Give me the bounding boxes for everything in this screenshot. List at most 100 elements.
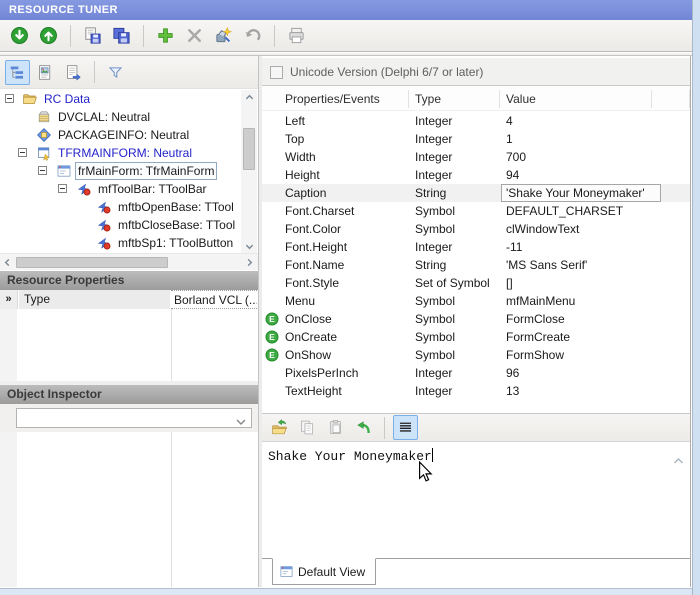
- property-value[interactable]: mfMainMenu: [506, 292, 575, 310]
- event-icon: E: [265, 330, 279, 344]
- print-button[interactable]: [284, 23, 309, 48]
- property-value[interactable]: 700: [506, 148, 526, 166]
- property-value[interactable]: 13: [506, 382, 519, 400]
- add-resource-icon: [156, 26, 175, 45]
- property-name: Height: [285, 166, 320, 184]
- expander-minus-icon[interactable]: [38, 166, 47, 175]
- wrap-lines-button[interactable]: [393, 415, 418, 440]
- tree-item-mftbopenbase[interactable]: mftbOpenBase: TTool: [0, 198, 240, 216]
- preview-button[interactable]: [33, 60, 58, 85]
- property-row-textheight[interactable]: TextHeightInteger13: [262, 382, 690, 400]
- property-row-top[interactable]: TopInteger1: [262, 130, 690, 148]
- property-name: OnCreate: [285, 328, 337, 346]
- undo-button[interactable]: [240, 23, 265, 48]
- tree-view-button[interactable]: [5, 60, 30, 85]
- column-properties-events[interactable]: Properties/Events: [262, 90, 409, 108]
- export-button[interactable]: [61, 60, 86, 85]
- tree-item-mftoolbar[interactable]: mfToolBar: TToolBar: [0, 180, 240, 198]
- object-selector-combobox[interactable]: [16, 408, 252, 428]
- property-value-editbox[interactable]: 'Shake Your Moneymaker': [501, 184, 661, 202]
- chevron-down-icon[interactable]: [235, 415, 247, 423]
- edit-resource-button[interactable]: [211, 23, 236, 48]
- property-value[interactable]: DEFAULT_CHARSET: [506, 202, 623, 220]
- property-value[interactable]: clWindowText: [506, 220, 579, 238]
- scroll-left-arrow-icon[interactable]: [0, 255, 14, 270]
- revert-button[interactable]: [351, 415, 376, 440]
- tab-label: Default View: [298, 565, 365, 579]
- property-value[interactable]: FormShow: [506, 346, 564, 364]
- scroll-right-arrow-icon[interactable]: [242, 255, 256, 270]
- form-view-icon: [279, 564, 294, 579]
- property-row-font-name[interactable]: Font.NameString'MS Sans Serif': [262, 256, 690, 274]
- expander-minus-icon[interactable]: [5, 94, 14, 103]
- property-row-oncreate[interactable]: EOnCreateSymbolFormCreate: [262, 328, 690, 346]
- scroll-down-arrow-icon[interactable]: [241, 239, 257, 253]
- component-icon: [96, 235, 112, 251]
- tree-item-label: PACKAGEINFO: Neutral: [58, 126, 189, 144]
- property-row-font-charset[interactable]: Font.CharsetSymbolDEFAULT_CHARSET: [262, 202, 690, 220]
- copy-icon: [299, 419, 316, 436]
- tree-horizontal-scrollbar[interactable]: [0, 253, 258, 270]
- tab-default-view[interactable]: Default View: [272, 558, 376, 585]
- resource-properties-area: [0, 309, 258, 381]
- save-button[interactable]: [80, 23, 105, 48]
- property-row-font-color[interactable]: Font.ColorSymbolclWindowText: [262, 220, 690, 238]
- property-row-menu[interactable]: MenuSymbolmfMainMenu: [262, 292, 690, 310]
- save-all-button[interactable]: [109, 23, 134, 48]
- scroll-up-arrow-icon[interactable]: [241, 90, 257, 104]
- unicode-version-checkbox[interactable]: [270, 66, 283, 79]
- add-resource-button[interactable]: [153, 23, 178, 48]
- caption-text-editor[interactable]: Shake Your Moneymaker: [262, 441, 690, 558]
- tree-item-tfrmainform[interactable]: TFRMAINFORM: Neutral: [0, 144, 240, 162]
- tree-item-packageinfo[interactable]: PACKAGEINFO: Neutral: [0, 126, 240, 144]
- property-row-width[interactable]: WidthInteger700: [262, 148, 690, 166]
- tree-item-rc-data[interactable]: RC Data: [0, 90, 240, 108]
- toolbar-separator: [384, 417, 385, 439]
- main-toolbar: [0, 20, 693, 52]
- property-row-font-style[interactable]: Font.StyleSet of Symbol[]: [262, 274, 690, 292]
- property-row-left[interactable]: LeftInteger4: [262, 112, 690, 130]
- tree-item-mftbclosebase[interactable]: mftbCloseBase: TTool: [0, 216, 240, 234]
- property-row-onclose[interactable]: EOnCloseSymbolFormClose: [262, 310, 690, 328]
- property-value[interactable]: []: [506, 274, 513, 292]
- tree-vertical-scrollbar[interactable]: [241, 90, 257, 253]
- property-row-onshow[interactable]: EOnShowSymbolFormShow: [262, 346, 690, 364]
- property-row-height[interactable]: Height Integer 94: [262, 166, 690, 184]
- property-type: Integer: [415, 166, 452, 184]
- expander-minus-icon[interactable]: [58, 184, 67, 193]
- editor-toolbar: [262, 413, 690, 441]
- editor-scroll-up-icon[interactable]: [673, 454, 684, 462]
- property-row-font-height[interactable]: Font.HeightInteger-11: [262, 238, 690, 256]
- property-value[interactable]: Borland VCL (...: [171, 290, 257, 309]
- copy-button[interactable]: [295, 415, 320, 440]
- property-value[interactable]: FormClose: [506, 310, 565, 328]
- tree-item-mftbsp1[interactable]: mftbSp1: TToolButton: [0, 234, 240, 252]
- tree-item-dvclal[interactable]: DVCLAL: Neutral: [0, 108, 240, 126]
- property-value[interactable]: 'MS Sans Serif': [506, 256, 587, 274]
- go-down-button[interactable]: [7, 23, 32, 48]
- tree-item-frmainform[interactable]: frMainForm: TfrMainForm: [0, 162, 240, 180]
- paste-button[interactable]: [323, 415, 348, 440]
- column-value[interactable]: Value: [500, 90, 652, 108]
- property-row-caption[interactable]: CaptionString'Shake Your Moneymaker': [262, 184, 690, 202]
- go-up-button[interactable]: [36, 23, 61, 48]
- title-bar[interactable]: RESOURCE TUNER: [0, 0, 693, 20]
- open-file-button[interactable]: [267, 415, 292, 440]
- property-value[interactable]: 1: [506, 130, 513, 148]
- property-value[interactable]: 4: [506, 112, 513, 130]
- view-tabbar: Default View: [262, 558, 690, 587]
- scroll-thumb[interactable]: [243, 128, 255, 170]
- resource-property-row[interactable]: » Type Borland VCL (...: [0, 290, 258, 309]
- property-value[interactable]: -11: [506, 238, 522, 256]
- property-value[interactable]: 94: [506, 166, 519, 184]
- filter-button[interactable]: [103, 60, 128, 85]
- tree-view-icon: [9, 64, 26, 81]
- property-value[interactable]: 96: [506, 364, 519, 382]
- column-type[interactable]: Type: [409, 90, 500, 108]
- expander-minus-icon[interactable]: [18, 148, 27, 157]
- property-value[interactable]: FormCreate: [506, 328, 570, 346]
- delete-resource-button[interactable]: [182, 23, 207, 48]
- property-row-pixelsperinch[interactable]: PixelsPerInchInteger96: [262, 364, 690, 382]
- scroll-thumb[interactable]: [16, 257, 168, 268]
- tree-item-label: mfToolBar: TToolBar: [98, 180, 207, 198]
